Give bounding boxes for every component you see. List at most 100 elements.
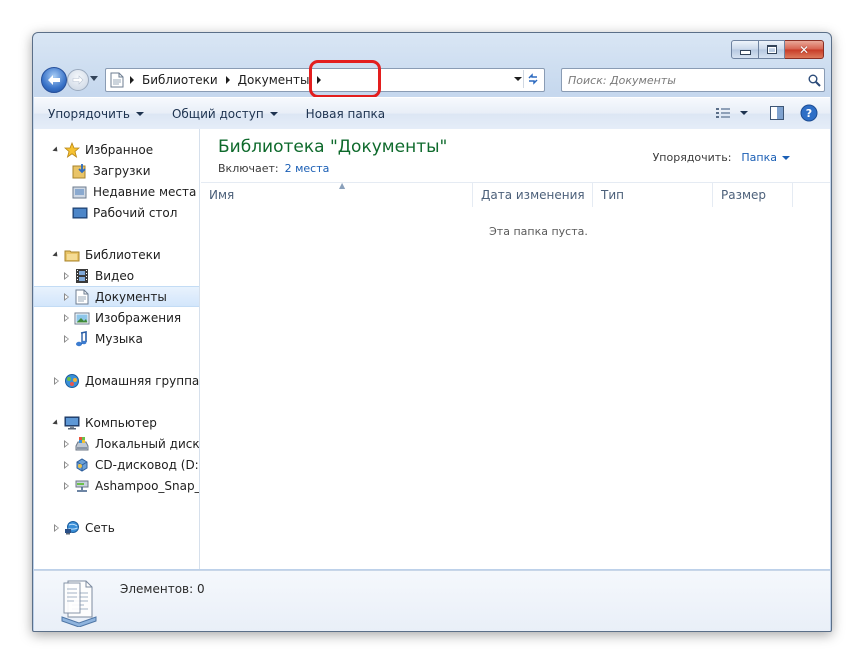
recent-pages-dropdown[interactable] bbox=[90, 76, 98, 81]
search-icon[interactable] bbox=[804, 74, 824, 87]
nav-network-label: Сеть bbox=[85, 520, 115, 535]
expand-toggle[interactable] bbox=[51, 376, 60, 385]
star-icon bbox=[64, 141, 80, 158]
expand-toggle[interactable] bbox=[51, 523, 60, 532]
nav-local-disk[interactable]: Локальный диск (C bbox=[34, 433, 199, 454]
nav-desktop[interactable]: Рабочий стол bbox=[34, 202, 199, 223]
expand-toggle[interactable] bbox=[61, 460, 70, 469]
refresh-button[interactable] bbox=[523, 70, 542, 88]
address-folder-icon bbox=[106, 70, 128, 90]
details-pane: Элементов: 0 bbox=[34, 570, 830, 631]
nav-documents[interactable]: Документы bbox=[34, 286, 199, 307]
view-list-icon bbox=[716, 108, 730, 118]
column-date-modified[interactable]: Дата изменения bbox=[473, 183, 593, 207]
nav-pictures[interactable]: Изображения bbox=[34, 307, 199, 328]
nav-downloads[interactable]: Загрузки bbox=[34, 160, 199, 181]
expand-toggle[interactable] bbox=[51, 250, 60, 259]
nav-libraries[interactable]: Библиотеки bbox=[34, 244, 199, 265]
library-includes: Включает: 2 места bbox=[218, 162, 329, 175]
close-button[interactable]: ✕ bbox=[785, 40, 824, 59]
nav-desktop-label: Рабочий стол bbox=[93, 205, 178, 220]
column-name[interactable]: Имя ▲ bbox=[201, 181, 473, 207]
maximize-button[interactable] bbox=[759, 40, 785, 59]
column-headers: Имя ▲ Дата изменения Тип Размер bbox=[201, 181, 830, 207]
back-button[interactable] bbox=[41, 67, 67, 93]
navigation-pane: Избранное Загрузки Недавние места Рабочи… bbox=[34, 129, 200, 569]
sort-ascending-icon: ▲ bbox=[339, 181, 346, 190]
navigation-bar: Библиотеки Документы bbox=[41, 60, 825, 98]
nav-network-drive[interactable]: Ashampoo_Snap_10 bbox=[34, 475, 199, 496]
nav-pictures-label: Изображения bbox=[95, 310, 182, 325]
close-icon: ✕ bbox=[798, 42, 810, 57]
includes-locations-link[interactable]: 2 места bbox=[285, 162, 330, 175]
expand-toggle[interactable] bbox=[61, 439, 70, 448]
column-size[interactable]: Размер bbox=[713, 183, 793, 207]
nav-favorites[interactable]: Избранное bbox=[34, 139, 199, 160]
arrow-right-icon bbox=[72, 75, 84, 85]
network-icon bbox=[64, 520, 80, 536]
new-folder-button[interactable]: Новая папка bbox=[288, 102, 395, 126]
nav-music[interactable]: Музыка bbox=[34, 328, 199, 349]
nav-video-label: Видео bbox=[95, 268, 135, 283]
document-icon bbox=[74, 289, 90, 305]
maximize-icon bbox=[766, 45, 777, 54]
arrange-by: Упорядочить: Папка bbox=[653, 151, 790, 164]
nav-network[interactable]: Сеть bbox=[34, 517, 199, 538]
expand-toggle[interactable] bbox=[51, 145, 60, 154]
share-label: Общий доступ bbox=[171, 106, 264, 121]
nav-cd-drive[interactable]: CD-дисковод (D:) Vi bbox=[34, 454, 199, 475]
organize-button[interactable]: Упорядочить bbox=[34, 102, 154, 126]
nav-computer-label: Компьютер bbox=[85, 415, 157, 430]
view-dropdown-icon[interactable] bbox=[740, 111, 748, 115]
address-bar[interactable]: Библиотеки Документы bbox=[105, 60, 545, 98]
pane-area: Избранное Загрузки Недавние места Рабочи… bbox=[34, 129, 830, 569]
breadcrumb-separator[interactable] bbox=[225, 76, 230, 84]
forward-button[interactable] bbox=[67, 69, 89, 91]
arrange-value-link[interactable]: Папка bbox=[741, 151, 777, 164]
column-name-label: Имя bbox=[209, 188, 235, 202]
breadcrumb-documents[interactable]: Документы bbox=[236, 73, 312, 87]
nav-computer[interactable]: Компьютер bbox=[34, 412, 199, 433]
expand-toggle[interactable] bbox=[51, 418, 60, 427]
organize-label: Упорядочить bbox=[48, 106, 130, 121]
search-box[interactable] bbox=[561, 68, 825, 92]
preview-pane-icon bbox=[770, 106, 784, 120]
explorer-window: ✕ Библиотеки Документы Поиск: Документы … bbox=[32, 32, 832, 632]
column-type[interactable]: Тип bbox=[593, 183, 713, 207]
expand-toggle[interactable] bbox=[61, 334, 70, 343]
expand-toggle[interactable] bbox=[61, 481, 70, 490]
downloads-folder-icon bbox=[72, 163, 88, 179]
nav-downloads-label: Загрузки bbox=[93, 163, 151, 178]
nav-documents-label: Документы bbox=[95, 289, 167, 304]
nav-video[interactable]: Видео bbox=[34, 265, 199, 286]
breadcrumb-libraries[interactable]: Библиотеки bbox=[140, 73, 220, 87]
svg-text:?: ? bbox=[806, 107, 812, 120]
nav-recent-places[interactable]: Недавние места bbox=[34, 181, 199, 202]
search-input[interactable] bbox=[562, 70, 804, 90]
chevron-down-icon bbox=[269, 111, 278, 116]
breadcrumb-separator[interactable] bbox=[130, 76, 134, 84]
back-forward-group bbox=[41, 67, 101, 93]
library-title: Библиотека "Документы" bbox=[218, 137, 448, 157]
chevron-down-icon[interactable] bbox=[782, 155, 790, 160]
help-button[interactable]: ? bbox=[798, 102, 820, 124]
expand-toggle[interactable] bbox=[61, 313, 70, 322]
address-history-dropdown[interactable] bbox=[514, 77, 522, 81]
help-icon: ? bbox=[800, 104, 818, 122]
nav-homegroup[interactable]: Домашняя группа bbox=[34, 370, 199, 391]
command-bar: Упорядочить Общий доступ Новая папка ? bbox=[34, 97, 830, 130]
expand-toggle[interactable] bbox=[61, 292, 70, 301]
minimize-button[interactable] bbox=[731, 40, 759, 59]
view-options-button[interactable] bbox=[712, 102, 734, 124]
nav-cd-drive-label: CD-дисковод (D:) Vi bbox=[95, 457, 199, 472]
breadcrumb-separator[interactable] bbox=[317, 76, 322, 84]
chevron-down-icon bbox=[135, 111, 144, 116]
preview-pane-button[interactable] bbox=[766, 102, 788, 124]
video-icon bbox=[74, 268, 90, 284]
share-button[interactable]: Общий доступ bbox=[154, 102, 288, 126]
nav-music-label: Музыка bbox=[95, 331, 143, 346]
file-list-pane: Библиотека "Документы" Включает: 2 места … bbox=[201, 129, 830, 569]
desktop-icon bbox=[72, 205, 88, 221]
expand-toggle[interactable] bbox=[61, 271, 70, 280]
arrange-label: Упорядочить: bbox=[652, 151, 732, 164]
